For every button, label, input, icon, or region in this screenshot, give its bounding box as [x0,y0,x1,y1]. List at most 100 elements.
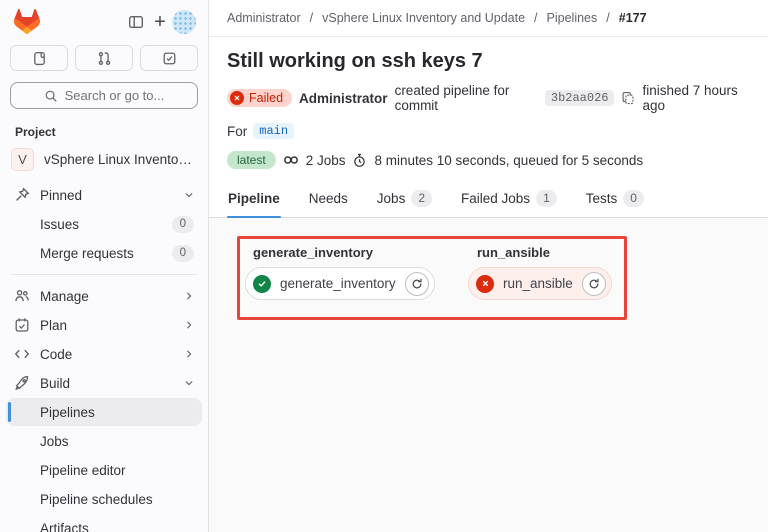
users-icon [14,288,30,304]
user-avatar-image [172,10,196,34]
breadcrumb-separator: / [534,11,537,25]
sidebar-item-label: Merge requests [40,246,162,261]
job-name-label: run_ansible [503,276,573,291]
branch-link[interactable]: main [253,123,294,139]
sidebar-item-label: Artifacts [40,521,194,532]
chevron-down-icon [184,190,194,200]
sidebar-item-merge-requests[interactable]: Merge requests 0 [6,239,202,267]
todos-shortcut-button[interactable] [140,45,198,71]
tab-needs[interactable]: Needs [308,183,349,217]
sidebar-item-code[interactable]: Code [6,340,202,368]
rocket-icon [14,375,30,391]
sidebar-item-label: Pipelines [40,405,194,420]
sidebar-item-pinned[interactable]: Pinned [6,181,202,209]
job-success-icon [253,275,271,293]
pipeline-status-text: created pipeline for commit [395,83,538,113]
copy-commit-icon[interactable] [621,91,635,105]
chevron-right-icon [184,291,194,301]
sidebar-divider [11,274,197,275]
stage-name-run-ansible: run_ansible [477,245,550,260]
code-icon [14,346,30,362]
retry-job-button[interactable] [582,272,606,296]
pipeline-graph: generate_inventory generate_inventory ru… [209,218,768,532]
stopwatch-icon [352,153,367,168]
panel-toggle-icon[interactable] [124,10,148,34]
job-pill-run-ansible[interactable]: run_ansible [468,267,612,300]
sidebar-item-pipelines[interactable]: Pipelines [6,398,202,426]
tab-tests-badge: 0 [623,190,644,207]
search-input[interactable]: Search or go to... [10,82,198,109]
plus-icon[interactable]: + [148,10,172,34]
sidebar-item-jobs[interactable]: Jobs [6,427,202,455]
pipeline-status-row: Failed Administrator created pipeline fo… [227,83,750,113]
commit-sha-link[interactable]: 3b2aa026 [545,90,615,106]
breadcrumb-item[interactable]: vSphere Linux Inventory and Update [322,11,525,25]
jobs-link-icon [283,152,299,168]
sidebar: + [0,0,209,532]
merge-request-icon [97,51,112,66]
job-name-label: generate_inventory [280,276,396,291]
project-avatar: V [11,148,34,171]
retry-job-button[interactable] [405,272,429,296]
sidebar-item-label: Manage [40,289,174,304]
sidebar-item-manage[interactable]: Manage [6,282,202,310]
status-badge-label: Failed [249,91,283,105]
sidebar-item-project[interactable]: V vSphere Linux Inventory an... [6,145,202,173]
pipeline-ref-row: For main [227,123,750,139]
sidebar-item-label: Issues [40,217,162,232]
breadcrumb-item[interactable]: Pipelines [547,11,598,25]
plus-glyph: + [154,12,166,32]
pipeline-author: Administrator [299,91,388,106]
sidebar-top-bar: + [0,0,208,38]
jobs-count-text: 2 Jobs [306,153,346,168]
pipeline-finished-text: finished 7 hours ago [642,83,750,113]
failed-status-icon [230,91,244,105]
pin-icon [14,187,30,203]
sidebar-item-pipeline-schedules[interactable]: Pipeline schedules [6,485,202,513]
gitlab-logo[interactable] [14,9,40,34]
calendar-icon [14,317,30,333]
job-failed-icon [476,275,494,293]
sidebar-item-label: Pipeline schedules [40,492,194,507]
sidebar-item-artifacts[interactable]: Artifacts [6,514,202,532]
pipeline-tabs: Pipeline Needs Jobs 2 Failed Jobs 1 Test… [209,183,768,218]
sidebar-item-pipeline-editor[interactable]: Pipeline editor [6,456,202,484]
job-pill-generate-inventory[interactable]: generate_inventory [245,267,435,300]
sidebar-item-label: Plan [40,318,174,333]
issues-icon [32,51,47,66]
sidebar-item-label: Jobs [40,434,194,449]
issues-count-badge: 0 [172,216,194,233]
main-content: Administrator / vSphere Linux Inventory … [209,0,768,532]
duration-text: 8 minutes 10 seconds, queued for 5 secon… [374,153,643,168]
sidebar-item-build[interactable]: Build [6,369,202,397]
search-placeholder: Search or go to... [65,88,165,103]
sidebar-item-label: Build [40,376,174,391]
tab-label: Tests [586,191,618,206]
tab-label: Failed Jobs [461,191,530,206]
merge-requests-count-badge: 0 [172,245,194,262]
for-label: For [227,124,247,139]
retry-icon [411,278,423,290]
tab-jobs-badge: 2 [411,190,432,207]
tab-failed-jobs-badge: 1 [536,190,557,207]
tab-tests[interactable]: Tests 0 [585,183,645,217]
sidebar-item-plan[interactable]: Plan [6,311,202,339]
project-name-label: vSphere Linux Inventory an... [44,152,194,167]
chevron-right-icon [184,320,194,330]
breadcrumb-item[interactable]: Administrator [227,11,301,25]
sidebar-item-issues[interactable]: Issues 0 [6,210,202,238]
issues-shortcut-button[interactable] [10,45,68,71]
user-avatar[interactable] [172,10,196,34]
tab-failed-jobs[interactable]: Failed Jobs 1 [460,183,558,217]
breadcrumb-separator: / [606,11,609,25]
tab-pipeline[interactable]: Pipeline [227,183,281,217]
stage-name-generate-inventory: generate_inventory [253,245,373,260]
breadcrumb-separator: / [310,11,313,25]
breadcrumb: Administrator / vSphere Linux Inventory … [209,0,768,37]
chevron-right-icon [184,349,194,359]
merge-requests-shortcut-button[interactable] [75,45,133,71]
tab-label: Jobs [377,191,406,206]
tab-jobs[interactable]: Jobs 2 [376,183,433,217]
pipeline-header: Still working on ssh keys 7 Failed Admin… [209,37,768,169]
tab-label: Needs [309,191,348,206]
